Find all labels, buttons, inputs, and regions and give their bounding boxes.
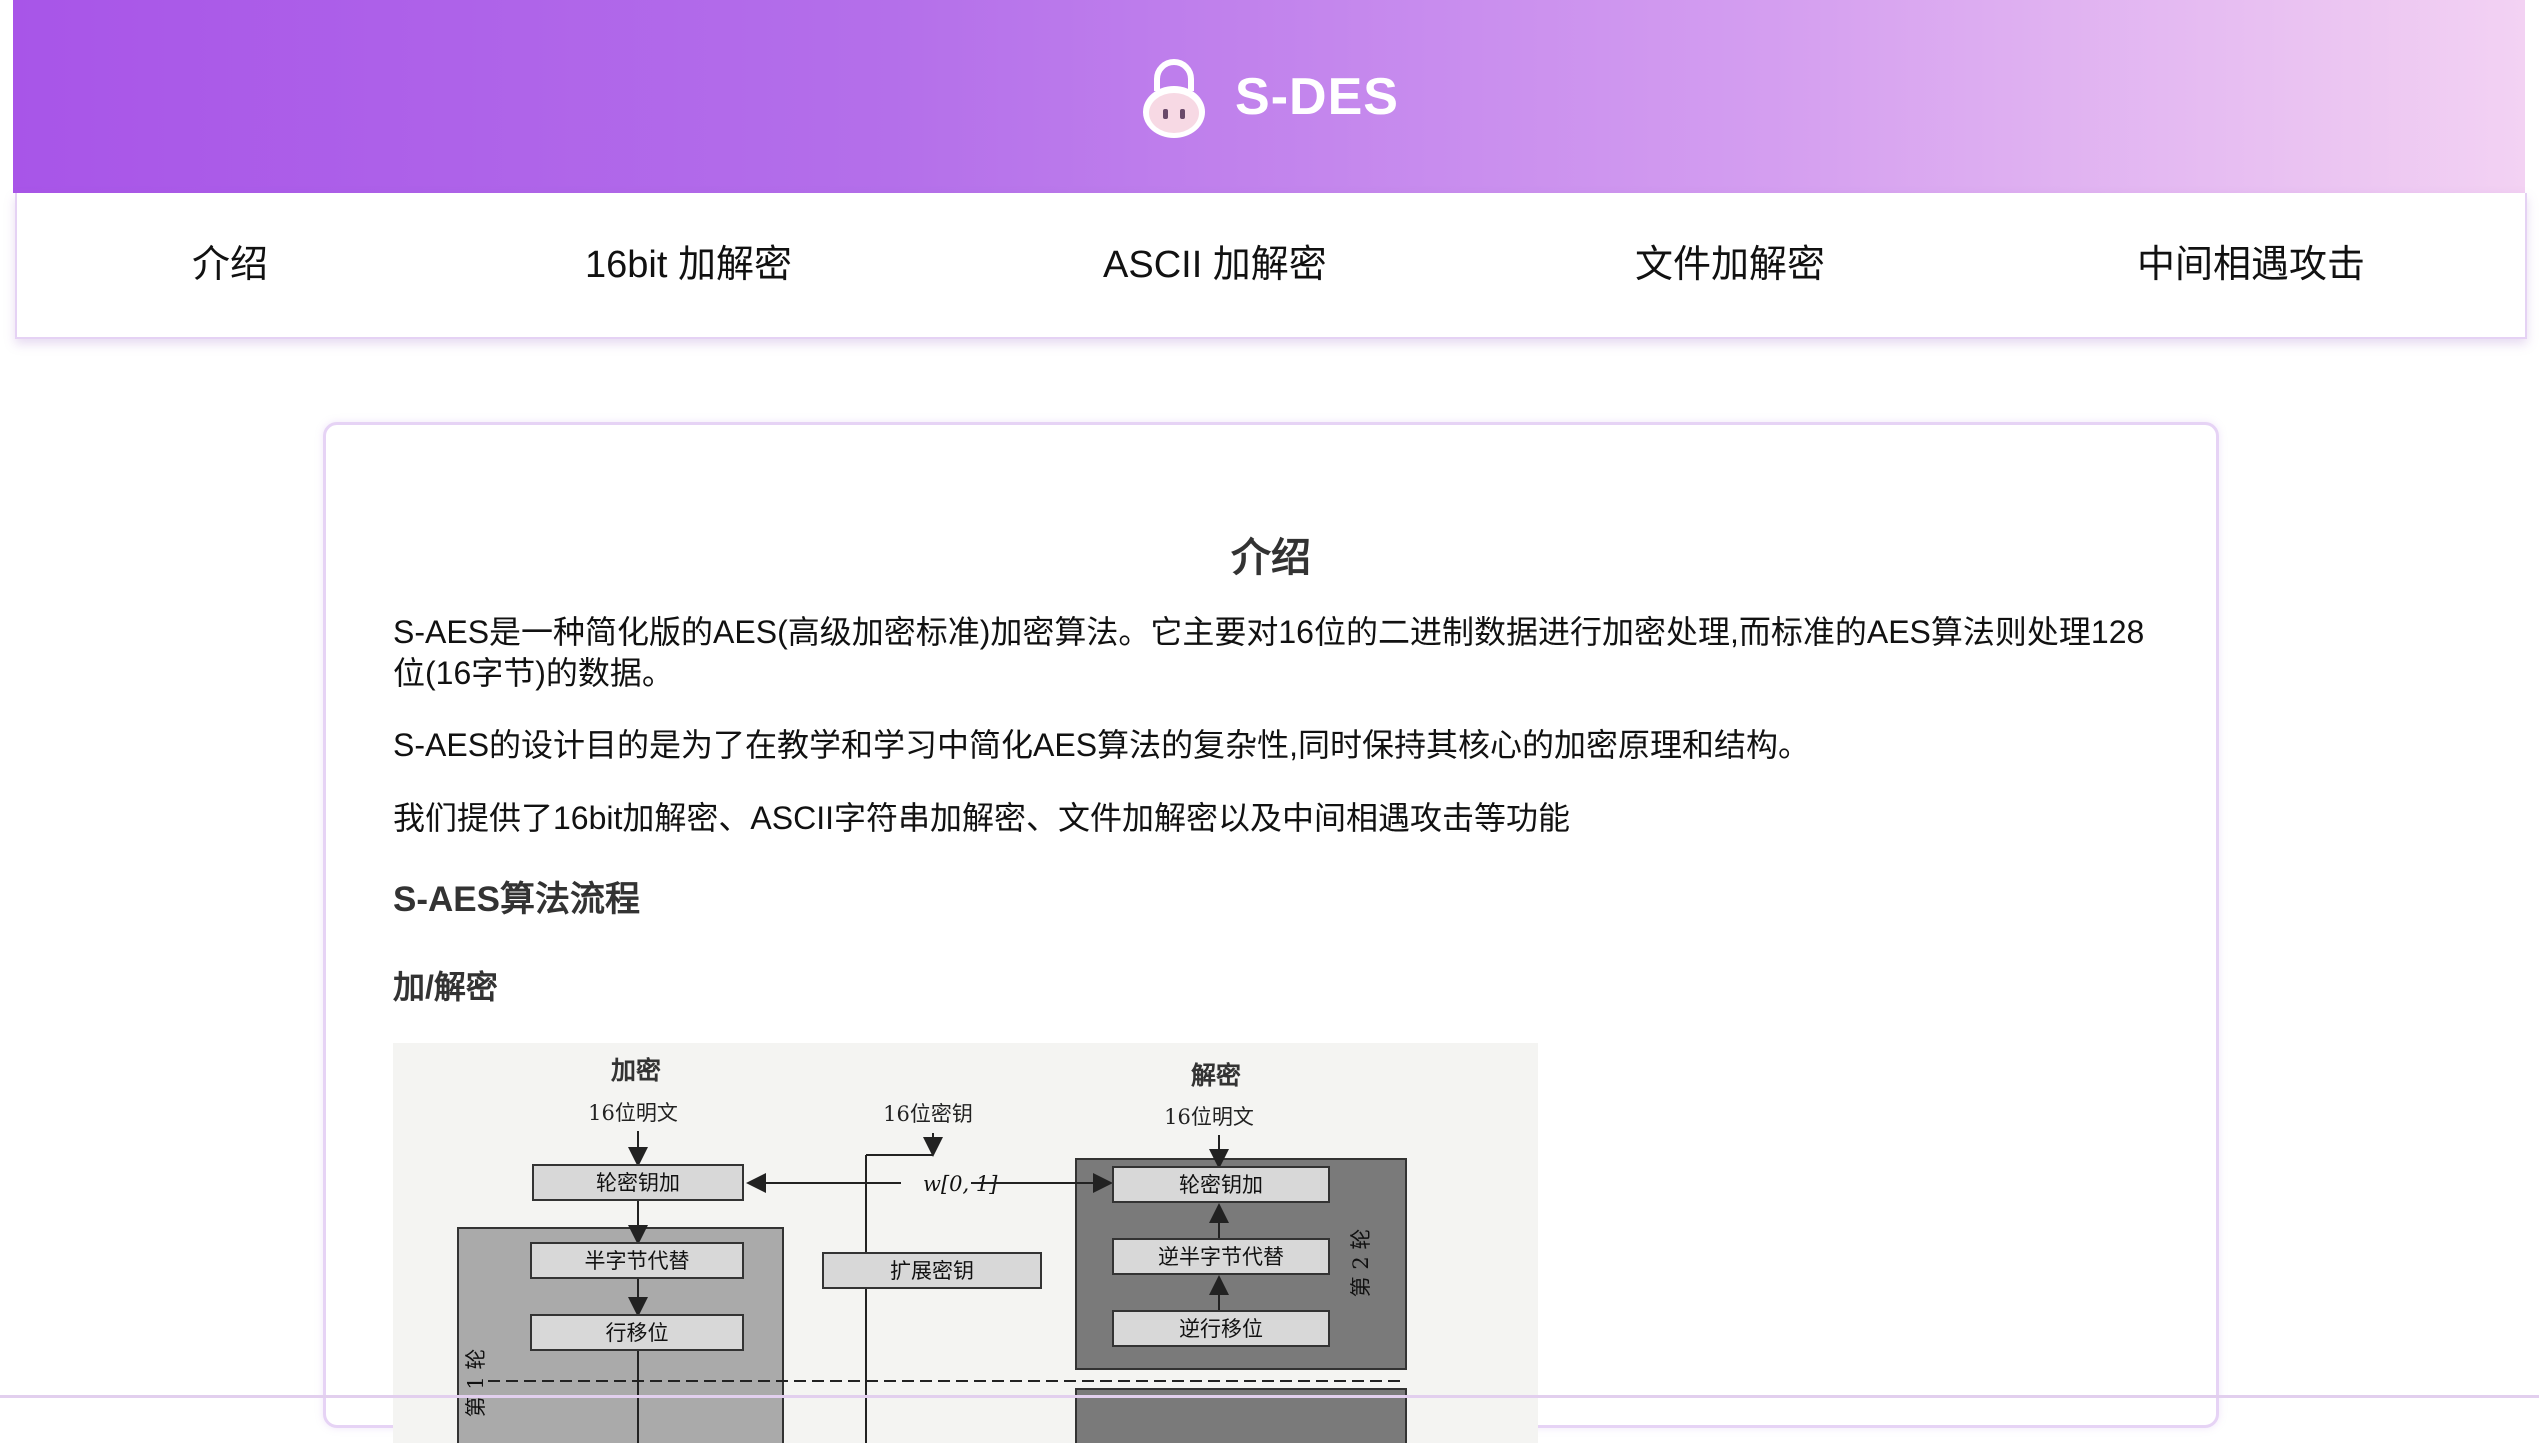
nav-tab-mitm-attack[interactable]: 中间相遇攻击: [2137, 193, 2365, 337]
diagram-key-expansion: 扩展密钥: [890, 1259, 974, 1283]
intro-paragraph-1: S-AES是一种简化版的AES(高级加密标准)加密算法。它主要对16位的二进制数…: [393, 614, 2145, 691]
diagram-add-round-key-enc: 轮密钥加: [596, 1171, 680, 1195]
lock-mascot-icon: [1139, 55, 1209, 139]
diagram-key-label: 16位密钥: [883, 1102, 973, 1126]
diagram-inv-shift-rows: 逆行移位: [1179, 1317, 1263, 1341]
subsection-title: 加/解密: [393, 969, 498, 1005]
nav-tab-ascii[interactable]: ASCII 加解密: [1103, 193, 1327, 337]
diagram-round1-label: 第 1 轮: [464, 1349, 488, 1418]
page-title: 介绍: [1231, 536, 1311, 580]
intro-paragraph-2: S-AES的设计目的是为了在教学和学习中简化AES算法的复杂性,同时保持其核心的…: [393, 727, 1810, 763]
nav-tab-16bit[interactable]: 16bit 加解密: [585, 193, 792, 337]
intro-paragraph-3: 我们提供了16bit加解密、ASCII字符串加解密、文件加解密以及中间相遇攻击等…: [393, 800, 1570, 836]
diagram-encrypt-title: 加密: [610, 1056, 661, 1085]
diagram-inv-nibble-sub: 逆半字节代替: [1158, 1245, 1284, 1269]
diagram-add-round-key-dec: 轮密钥加: [1179, 1173, 1263, 1197]
diagram-nibble-sub: 半字节代替: [585, 1249, 690, 1273]
diagram-plaintext-label: 16位明文: [588, 1101, 678, 1125]
diagram-plaintext-label-decrypt: 16位明文: [1164, 1105, 1254, 1129]
saes-flow-diagram: 加密 解密 16位明文 16位密钥 16位明文 轮密钥加 半字节代替 行移位 第…: [393, 1043, 1538, 1443]
main-nav: 介绍 16bit 加解密 ASCII 加解密 文件加解密 中间相遇攻击: [15, 193, 2527, 339]
nav-tab-file[interactable]: 文件加解密: [1635, 193, 1825, 337]
intro-card: 介绍 S-AES是一种简化版的AES(高级加密标准)加密算法。它主要对16位的二…: [323, 422, 2219, 1443]
header-banner: S-DES: [13, 0, 2525, 193]
section-title: S-AES算法流程: [393, 880, 640, 919]
diagram-shift-rows: 行移位: [606, 1321, 669, 1345]
app-title: S-DES: [1235, 67, 1399, 126]
brand: S-DES: [1139, 55, 1399, 139]
diagram-decrypt-title: 解密: [1191, 1061, 1241, 1090]
diagram-round2-label: 第 2 轮: [1349, 1229, 1373, 1298]
nav-tab-intro[interactable]: 介绍: [192, 193, 268, 337]
